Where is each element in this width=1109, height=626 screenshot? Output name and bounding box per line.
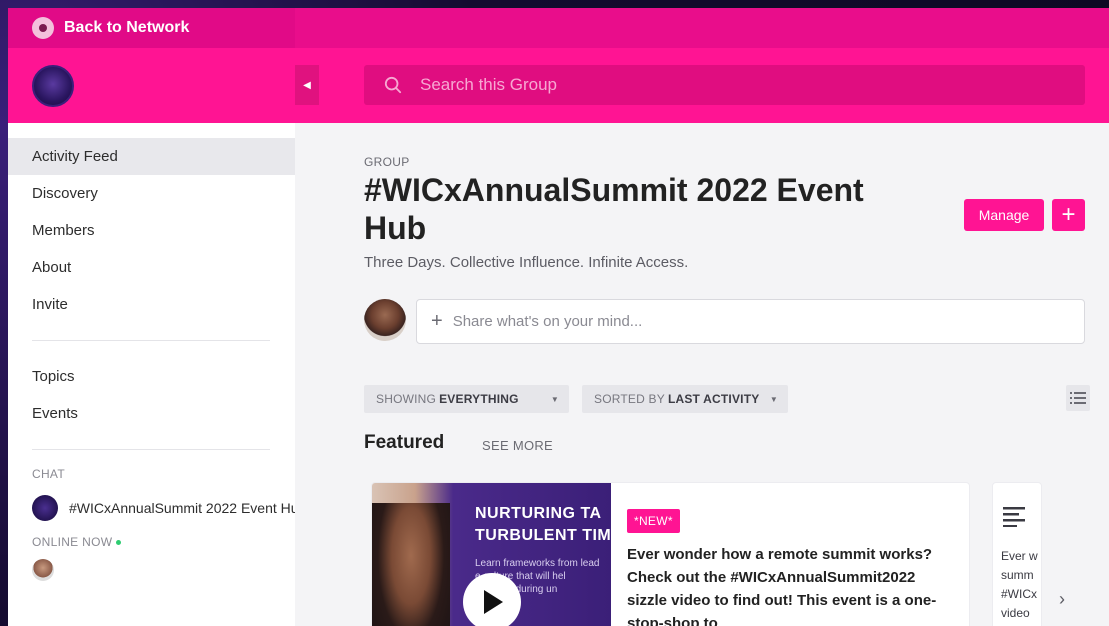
video-subtext-line: Learn frameworks from lead [475,558,600,569]
network-icon [32,17,54,39]
sidebar-nav: Activity Feed Discovery Members About In… [8,123,295,450]
online-now-label: ONLINE NOW [8,535,295,549]
card-body: *NEW* Ever wonder how a remote summit wo… [627,509,957,626]
online-now-text: ONLINE NOW [32,535,113,549]
featured-card[interactable]: NURTURING TA TURBULENT TIM Learn framewo… [372,483,969,626]
see-more-link[interactable]: SEE MORE [482,438,553,453]
current-user-avatar [364,299,406,341]
group-type-label: GROUP [364,155,410,169]
chevron-down-icon: ▼ [769,394,778,404]
share-post-input[interactable]: + Share what's on your mind... [416,299,1085,344]
online-user-avatar[interactable] [32,559,54,581]
sidebar-item-discovery[interactable]: Discovery [8,175,295,212]
sidebar-item-activity-feed[interactable]: Activity Feed [8,138,295,175]
sidebar: Back to Network Activity Feed Discovery … [8,8,295,626]
video-heading-line: NURTURING TA [475,505,602,522]
chat-avatar [32,495,58,521]
chat-section-label: CHAT [32,467,65,481]
plus-icon: + [431,310,443,332]
page-title: #WICxAnnualSummit 2022 Event Hub [364,172,864,246]
showing-value: EVERYTHING [439,392,519,406]
card-text: Ever wonder how a remote summit works? C… [627,546,937,626]
sidebar-item-invite[interactable]: Invite [8,286,295,323]
video-thumbnail[interactable]: NURTURING TA TURBULENT TIM Learn framewo… [372,483,611,626]
card2-line: video [1001,606,1030,620]
chat-item[interactable]: #WICxAnnualSummit 2022 Event Hub [8,495,295,521]
card2-text: Ever w summ #WICx video one-st [1001,547,1038,626]
search-bar[interactable] [364,65,1085,105]
sidebar-item-events[interactable]: Events [8,395,295,432]
sidebar-item-topics[interactable]: Topics [8,358,295,395]
card2-line: summ [1001,568,1034,582]
sidebar-header [8,48,295,123]
play-button[interactable] [463,573,521,626]
online-status-dot [116,539,122,545]
group-avatar[interactable] [32,64,74,107]
next-arrow-icon[interactable]: › [1059,589,1065,610]
search-input[interactable] [420,75,1020,95]
featured-card-2[interactable]: Ever w summ #WICx video one-st [993,483,1041,626]
play-icon [484,590,503,614]
back-to-network-link[interactable]: Back to Network [8,8,295,48]
collapse-sidebar-button[interactable]: ◀ [295,65,319,105]
add-button[interactable]: + [1052,199,1085,231]
card2-line: Ever w [1001,549,1038,563]
video-heading: NURTURING TA TURBULENT TIM [475,503,611,547]
sorted-prefix: SORTED BY [594,392,665,406]
main-content: GROUP #WICxAnnualSummit 2022 Event Hub T… [295,123,1109,626]
chat-item-label: #WICxAnnualSummit 2022 Event Hub [69,500,295,516]
video-person-image [372,503,450,626]
sorted-value: LAST ACTIVITY [667,392,760,406]
chevron-down-icon: ▼ [550,394,559,404]
app-window: Back to Network Activity Feed Discovery … [8,8,1109,626]
share-placeholder: Share what's on your mind... [452,313,643,330]
video-heading-line: TURBULENT TIM [475,527,611,544]
group-tagline: Three Days. Collective Influence. Infini… [364,254,689,271]
new-badge: *NEW* [627,509,680,533]
list-view-icon[interactable] [1066,385,1090,411]
search-icon [384,76,402,94]
divider [32,340,270,341]
sort-dropdown[interactable]: SORTED BY LAST ACTIVITY ▼ [582,385,788,413]
divider [32,449,270,450]
showing-filter-dropdown[interactable]: SHOWING EVERYTHING ▼ [364,385,569,413]
card2-line: #WICx [1001,587,1037,601]
manage-button[interactable]: Manage [964,199,1044,231]
main-header: ◀ [295,48,1109,123]
sidebar-item-about[interactable]: About [8,249,295,286]
text-post-icon [1003,507,1025,527]
sidebar-item-members[interactable]: Members [8,212,295,249]
featured-heading: Featured [364,432,445,453]
showing-prefix: SHOWING [376,392,437,406]
back-label: Back to Network [64,19,190,36]
